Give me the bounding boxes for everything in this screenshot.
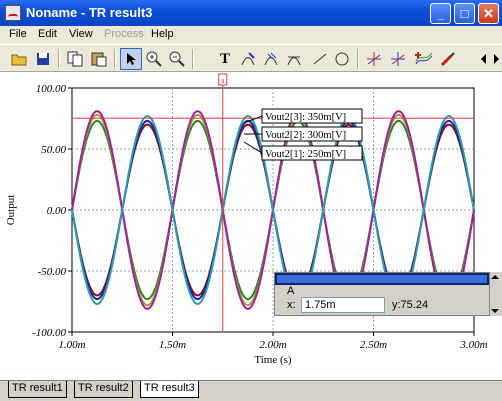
x-tick-label: 2.50m	[360, 339, 387, 351]
cursor-panel[interactable]: A x: 1.75m y:75.24	[274, 272, 490, 316]
tab-bar: TR result1 TR result2 TR result3	[0, 380, 502, 401]
x-axis-label: Time (s)	[254, 354, 292, 366]
tab-tr-result1[interactable]: TR result1	[8, 381, 67, 398]
plot-area[interactable]: 1.00m 1.50m 2.00m 2.50m 3.00m 100.00 50.00 0.00…	[0, 72, 502, 380]
menu-help[interactable]: Help	[151, 28, 174, 40]
toolbar-separator	[58, 49, 60, 69]
y-axis-label: Output	[5, 195, 17, 226]
y-tick-label: -50.00	[38, 266, 67, 278]
x-tick-label: 2.00m	[259, 339, 286, 351]
pointer-icon[interactable]	[120, 48, 142, 70]
add-curve-icon[interactable]	[413, 48, 435, 70]
window-title: Noname - TR result3	[26, 5, 153, 20]
close-button[interactable]: ✕	[478, 3, 499, 24]
scroll-arrows-icon[interactable]	[478, 48, 502, 70]
y-tick-label: 100.00	[36, 83, 67, 95]
save-icon[interactable]	[32, 48, 54, 70]
cursor-panel-scroll[interactable]	[490, 272, 502, 316]
toolbar: T	[0, 44, 502, 72]
cursor-handle-label: a	[221, 76, 225, 85]
series-label-text: Vout2[3]: 350m[V]	[265, 112, 346, 123]
cursor-a-icon[interactable]	[363, 48, 385, 70]
app-icon	[5, 5, 21, 21]
x-tick-label: 3.00m	[459, 339, 487, 351]
minimize-button[interactable]: _	[430, 3, 451, 24]
cursor-y-readout: y:75.24	[392, 299, 429, 311]
toolbar-separator	[357, 49, 359, 69]
label-multi-icon[interactable]	[260, 48, 282, 70]
paste-icon[interactable]	[88, 48, 110, 70]
x-tick-label: 1.50m	[159, 339, 186, 351]
label-line-icon[interactable]	[283, 48, 305, 70]
chart-svg[interactable]: 1.00m 1.50m 2.00m 2.50m 3.00m 100.00 50.00 0.00…	[0, 72, 502, 380]
copy-icon[interactable]	[64, 48, 86, 70]
cursor-panel-header-bar	[277, 275, 487, 283]
zoom-out-100-icon[interactable]	[166, 48, 188, 70]
y-tick-label: 50.00	[41, 144, 66, 156]
menu-edit[interactable]: Edit	[38, 28, 57, 40]
open-folder-icon[interactable]	[8, 48, 30, 70]
cursor-x-input[interactable]: 1.75m	[301, 297, 385, 313]
toolbar-separator	[114, 49, 116, 69]
tab-tr-result3[interactable]: TR result3	[140, 381, 199, 398]
cursor-x-label: x:	[287, 299, 296, 311]
line-icon[interactable]	[309, 48, 331, 70]
label-icon[interactable]	[237, 48, 259, 70]
cursor-b-icon[interactable]	[387, 48, 409, 70]
tab-tr-result2[interactable]: TR result2	[74, 381, 133, 398]
y-tick-label: -100.00	[32, 327, 66, 339]
menu-file[interactable]: File	[9, 28, 27, 40]
cursor-panel-name: A	[287, 285, 295, 297]
toolbar-separator	[192, 49, 194, 69]
x-tick-label: 1.00m	[58, 339, 85, 351]
series-label-text: Vout2[1]: 250m[V]	[265, 149, 346, 160]
menu-process[interactable]: Process	[104, 28, 144, 40]
series-label-text: Vout2[2]: 300m[V]	[265, 130, 346, 141]
title-bar: Noname - TR result3 _ □ ✕	[0, 0, 502, 26]
circle-icon[interactable]	[331, 48, 353, 70]
menu-view[interactable]: View	[69, 28, 93, 40]
text-icon[interactable]: T	[214, 48, 236, 70]
y-tick-label: 0.00	[47, 205, 67, 217]
probe-icon[interactable]	[437, 48, 459, 70]
zoom-in-icon[interactable]	[143, 48, 165, 70]
maximize-button[interactable]: □	[454, 3, 475, 24]
menu-bar: File Edit View Process Help	[0, 26, 502, 44]
